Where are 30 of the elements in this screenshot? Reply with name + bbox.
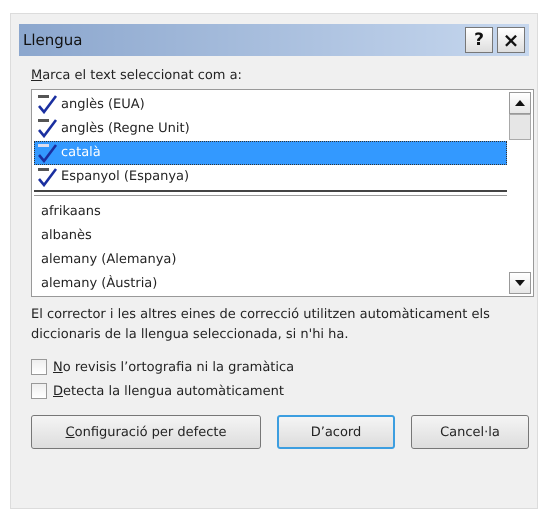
scroll-up-button[interactable] — [509, 92, 531, 114]
language-list[interactable]: anglès (EUA) anglès (Regne Unit) català Espanyol (Espanya) afrikaans albanès alemany (Alemanya) alemany (Àustria) — [31, 89, 534, 297]
window-title: Llengua — [23, 31, 84, 49]
description-text: El corrector i les altres eines de correcció utilitzen automàticament els diccionaris de la llengua seleccionada, si n'hi ha. — [31, 306, 491, 344]
scrollbar[interactable] — [509, 90, 533, 296]
spellcheck-icon — [37, 166, 59, 188]
down-arrow-icon — [515, 280, 525, 286]
dialog-button[interactable]: D’acord — [277, 415, 395, 449]
dialog-button[interactable]: Configuració per defecte — [31, 415, 261, 449]
scroll-thumb[interactable] — [509, 114, 531, 140]
language-item[interactable]: anglès (Regne Unit) — [34, 116, 507, 141]
language-item[interactable]: anglès (EUA) — [34, 92, 507, 116]
language-item[interactable]: alemany (Alemanya) — [34, 248, 507, 272]
checkbox[interactable] — [31, 383, 47, 399]
spellcheck-icon — [37, 117, 59, 140]
help-button[interactable]: ? — [465, 27, 493, 53]
checkbox[interactable] — [31, 359, 47, 375]
language-item[interactable]: afrikaans — [34, 198, 507, 224]
checkbox-label[interactable]: No revisis l’ortografia ni la gramàtica — [53, 360, 294, 374]
dialog-button[interactable]: Cancel·la — [411, 415, 529, 449]
language-item[interactable]: albanès — [34, 223, 507, 248]
up-arrow-icon — [515, 100, 525, 106]
spellcheck-icon — [37, 142, 59, 164]
scroll-down-button[interactable] — [509, 272, 531, 294]
checkbox-label[interactable]: Detecta la llengua automàticament — [53, 384, 284, 398]
language-item[interactable]: Espanyol (Espanya) — [34, 164, 507, 190]
spellcheck-icon — [37, 93, 59, 116]
close-button[interactable]: × — [497, 27, 525, 53]
list-label: Marca el text seleccionat com a: — [31, 68, 243, 83]
language-item[interactable]: alemany (Àustria) — [34, 272, 507, 296]
